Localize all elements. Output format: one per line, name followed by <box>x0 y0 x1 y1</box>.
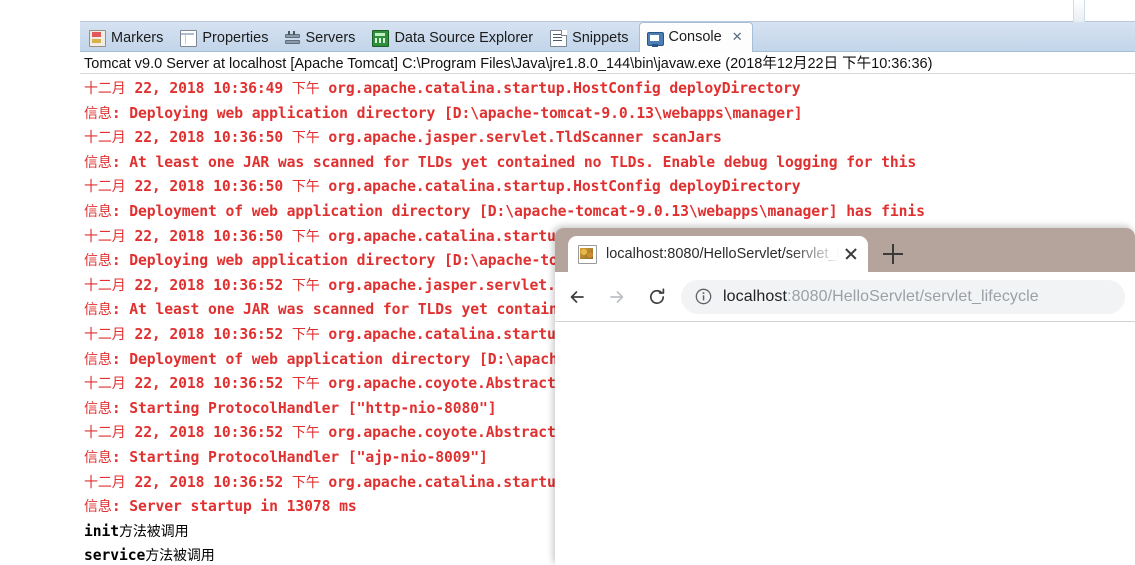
tab-console[interactable]: Console ✕ <box>638 22 753 52</box>
tab-data-source-explorer[interactable]: Data Source Explorer <box>365 24 542 52</box>
tab-console-label: Console <box>668 29 722 46</box>
console-log-line: 十二月 22, 2018 10:36:49 下午 org.apache.cata… <box>84 80 801 97</box>
console-log-line: 十二月 22, 2018 10:36:50 下午 org.apache.cata… <box>84 178 801 196</box>
chrome-tab-strip: localhost:8080/HelloServlet/servlet_life… <box>555 228 1135 272</box>
tomcat-favicon-icon <box>578 244 597 264</box>
console-log-line: 十二月 22, 2018 10:36:50 下午 org.apache.jasp… <box>84 129 722 147</box>
tab-markers-label: Markers <box>111 29 164 46</box>
url-path: :8080/HelloServlet/servlet_lifecycle <box>787 287 1039 305</box>
tab-servers[interactable]: Servers <box>278 24 364 52</box>
properties-icon <box>180 29 198 47</box>
close-tab-icon[interactable] <box>842 245 860 263</box>
browser-page-content[interactable] <box>555 322 1135 565</box>
console-process-line: Tomcat v9.0 Server at localhost [Apache … <box>80 52 1135 74</box>
snippets-icon <box>550 29 568 47</box>
reload-icon <box>649 287 665 304</box>
panel-divider-notch <box>1073 0 1085 22</box>
address-bar-url: localhost:8080/HelloServlet/servlet_life… <box>723 288 1039 306</box>
browser-tab[interactable]: localhost:8080/HelloServlet/servlet_life… <box>568 236 868 272</box>
tab-markers[interactable]: Markers <box>82 24 172 52</box>
tab-properties[interactable]: Properties <box>173 24 277 52</box>
browser-tab-title: localhost:8080/HelloServlet/servlet_life… <box>606 246 840 262</box>
tab-properties-label: Properties <box>202 29 269 46</box>
servers-icon <box>285 30 301 46</box>
back-arrow-icon <box>570 290 584 303</box>
console-process-text: Tomcat v9.0 Server at localhost [Apache … <box>84 56 933 72</box>
console-log-line: 信息: At least one JAR was scanned for TLD… <box>84 153 917 171</box>
tab-snippets-label: Snippets <box>572 29 629 46</box>
markers-icon <box>89 29 106 47</box>
site-info-icon[interactable] <box>695 288 712 305</box>
view-tab-bar: Markers Properties Servers Data Source E… <box>80 22 1135 52</box>
address-bar[interactable]: localhost:8080/HelloServlet/servlet_life… <box>681 279 1125 314</box>
tab-snippets[interactable]: Snippets <box>543 24 637 52</box>
datasource-icon <box>372 29 390 47</box>
editor-area-strip <box>80 0 1135 22</box>
forward-button[interactable] <box>599 279 635 315</box>
chrome-browser-window[interactable]: localhost:8080/HelloServlet/servlet_life… <box>555 228 1135 565</box>
tab-data-source-explorer-label: Data Source Explorer <box>394 29 534 46</box>
tab-servers-label: Servers <box>305 29 356 46</box>
chrome-toolbar: localhost:8080/HelloServlet/servlet_life… <box>555 272 1135 322</box>
url-host: localhost <box>723 287 788 305</box>
console-log-line: 信息: Deploying web application directory … <box>84 104 803 122</box>
close-icon[interactable]: ✕ <box>732 31 743 44</box>
forward-arrow-icon <box>610 290 624 303</box>
back-button[interactable] <box>559 279 595 315</box>
new-tab-icon[interactable] <box>883 244 903 264</box>
console-icon <box>646 31 664 47</box>
reload-button[interactable] <box>639 279 675 315</box>
console-log-line: 信息: Deployment of web application direct… <box>84 202 925 220</box>
